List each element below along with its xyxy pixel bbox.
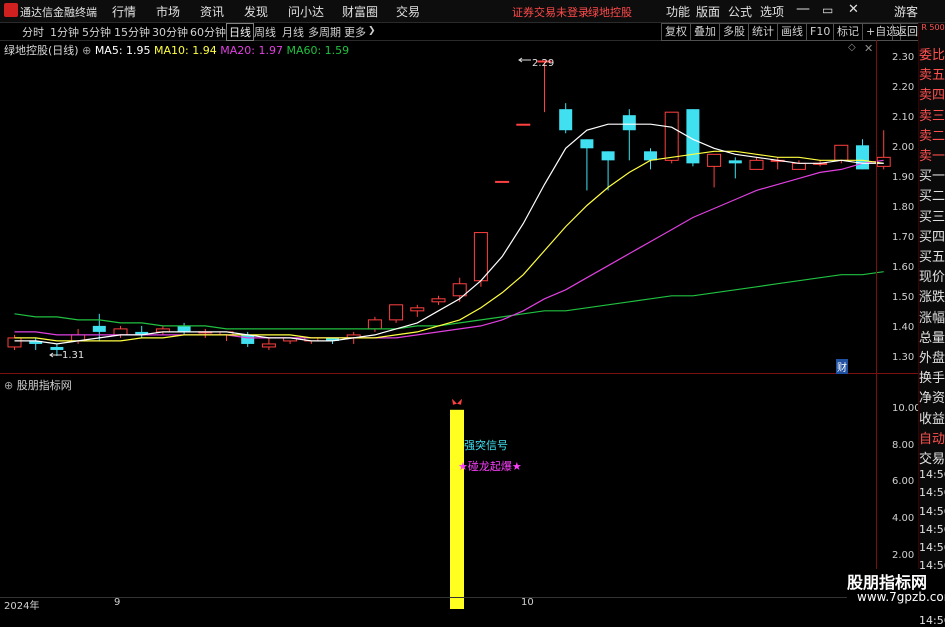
quote-field-7: 买二 [919, 189, 945, 205]
quote-field-29: 14:56 [919, 613, 945, 627]
price-tick: 1.30 [892, 352, 915, 363]
quote-field-18: 收益 [919, 411, 945, 427]
candle-body [707, 153, 722, 167]
price-tick: 2.30 [892, 52, 915, 63]
price-tick: 1.50 [892, 292, 915, 303]
candle-body [495, 180, 510, 183]
quote-field-3: 卖三 [919, 108, 945, 124]
candle-body [261, 343, 276, 348]
quote-field-25: 14:56 [919, 541, 945, 554]
ma20-line [14, 159, 884, 339]
candle-body [644, 151, 657, 161]
price-tick: 1.90 [892, 172, 915, 183]
low-price-label: 1.31 [62, 350, 85, 361]
indicator-tick: 2.00 [892, 550, 915, 561]
candle-body [728, 160, 742, 164]
butterfly-icon [452, 398, 462, 405]
candle-body [791, 162, 806, 170]
price-tick: 1.60 [892, 262, 915, 273]
candle-body [856, 145, 869, 170]
quote-field-13: 涨幅 [919, 310, 945, 326]
quote-field-19: 自动 [919, 431, 945, 447]
candle-body [559, 109, 573, 131]
quote-field-22: 14:56 [919, 486, 945, 500]
indicator-tick: 4.00 [892, 513, 915, 524]
indicator-tick: 6.00 [892, 476, 915, 487]
quote-field-9: 买四 [919, 229, 945, 245]
candle-body [431, 298, 446, 303]
quote-field-16: 换手 [919, 371, 945, 387]
signal-label-breakout: 强突信号 [464, 439, 508, 452]
indicator-tick: 8.00 [892, 440, 915, 451]
x-label-month: 9 [114, 597, 121, 608]
low-marker-arrow [49, 352, 62, 358]
candle-body [177, 325, 191, 332]
x-label-month: 10 [521, 597, 534, 608]
candlestick-chart[interactable] [0, 0, 945, 609]
price-tick: 1.80 [892, 202, 915, 213]
quote-field-21: 14:56 [919, 468, 945, 482]
quote-field-0: 委比 [919, 48, 945, 63]
quote-field-12: 涨跌 [919, 290, 945, 306]
candle-body [389, 304, 404, 321]
quote-field-2: 卖四 [919, 88, 945, 104]
indicator-tick: 10.00 [892, 403, 921, 414]
price-tick: 2.10 [892, 112, 915, 123]
candle-body [622, 115, 636, 131]
candle-body [452, 283, 467, 297]
time-axis-line [0, 597, 918, 598]
quote-field-4: 卖二 [919, 128, 945, 144]
candles-group [7, 60, 891, 356]
ma5-line [14, 123, 884, 345]
signal-bar [450, 409, 464, 609]
price-tick: 2.00 [892, 142, 915, 153]
quote-field-10: 买五 [919, 250, 945, 265]
panel-tag: R 500 [921, 23, 945, 32]
candle-body [749, 159, 764, 170]
high-marker-arrow [518, 57, 531, 63]
quote-field-5: 卖一 [919, 149, 945, 164]
candle-body [92, 325, 106, 332]
quote-field-17: 净资 [919, 391, 945, 407]
candle-body [410, 307, 425, 312]
panel-separator [0, 373, 918, 374]
candle-body [113, 328, 128, 336]
indicator-title: ⊕ 股朋指标网 [4, 379, 72, 392]
watermark: 股朋指标网 www.7gpzb.com [847, 569, 945, 609]
quote-field-24: 14:56 [919, 522, 945, 536]
quote-field-1: 卖五 [919, 68, 945, 84]
price-tick: 1.40 [892, 322, 915, 333]
candle-body [834, 144, 849, 161]
candle-body [516, 123, 531, 126]
ma-lines-group [14, 57, 884, 358]
price-tick: 1.70 [892, 232, 915, 243]
candle-body [367, 319, 382, 330]
candle-body [7, 337, 22, 348]
candle-body [241, 334, 255, 344]
watermark-url: www.7gpzb.com [857, 590, 945, 604]
axis-separator [876, 40, 877, 609]
ma10-line [14, 150, 884, 342]
quote-field-11: 现价 [919, 270, 945, 286]
settings-icon[interactable]: ⊕ [4, 379, 13, 392]
indicator-group [450, 398, 464, 609]
quote-field-20: 交易 [919, 452, 945, 467]
candle-body [876, 156, 891, 167]
quote-field-15: 外盘 [919, 351, 945, 366]
candle-body [473, 232, 488, 282]
ma60-line [14, 271, 884, 330]
candle-body [580, 139, 594, 149]
signal-label-dragon: ★碰龙起爆★ [458, 460, 522, 473]
quote-field-23: 14:56 [919, 504, 945, 518]
price-tick: 2.20 [892, 82, 915, 93]
quote-field-14: 总量 [919, 330, 945, 346]
x-label-year: 2024年 [4, 601, 40, 612]
quote-field-6: 买一 [919, 169, 945, 185]
financial-badge[interactable]: 财 [836, 359, 848, 374]
candle-body [601, 151, 615, 161]
quote-field-8: 买三 [919, 209, 945, 225]
high-price-label: 2.29 [532, 58, 555, 69]
candle-body [664, 111, 679, 161]
